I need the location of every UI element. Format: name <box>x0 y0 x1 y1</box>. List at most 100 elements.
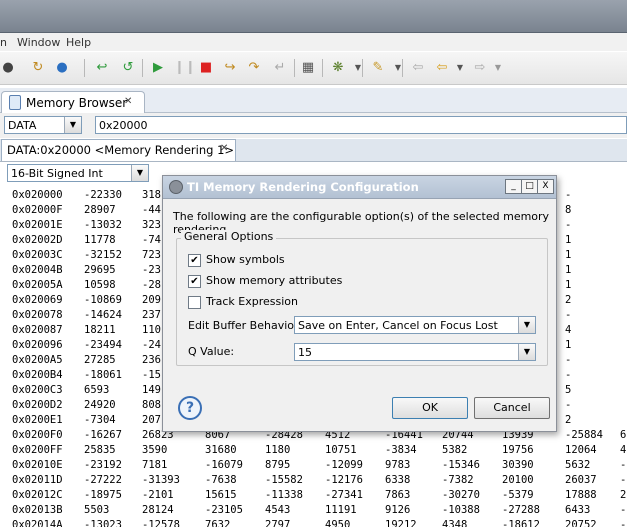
memory-value[interactable]: 5 <box>565 384 571 396</box>
memory-value[interactable]: - <box>565 219 571 231</box>
step-return-disabled-icon[interactable]: ↵ <box>272 60 288 76</box>
memory-value[interactable]: -25884 <box>565 429 603 441</box>
tab-memory-rendering[interactable]: DATA:0x20000 <Memory Rendering 1> ✕ <box>1 139 236 161</box>
memory-value[interactable]: 19756 <box>502 444 534 456</box>
memory-value[interactable]: 5632 <box>565 459 590 471</box>
memory-value[interactable]: -30270 <box>442 489 480 501</box>
memory-value[interactable]: 7181 <box>142 459 167 471</box>
memory-value[interactable]: 6338 <box>385 474 410 486</box>
show-memory-attributes-checkbox[interactable]: ✔ <box>188 275 201 288</box>
memory-value[interactable]: 11191 <box>325 504 357 516</box>
memory-value[interactable]: 27285 <box>84 354 116 366</box>
memory-value[interactable]: -10869 <box>84 294 122 306</box>
minimize-button[interactable]: _ <box>505 179 522 194</box>
chevron-down-icon[interactable]: ▼ <box>452 60 468 76</box>
memory-value[interactable]: -74 <box>142 234 161 246</box>
menu-help[interactable]: Help <box>66 36 91 49</box>
memory-value[interactable]: 3590 <box>142 444 167 456</box>
memory-value[interactable]: 5382 <box>442 444 467 456</box>
memory-value[interactable]: 209 <box>142 294 161 306</box>
memory-value[interactable]: -16079 <box>205 459 243 471</box>
memory-value[interactable]: 237 <box>142 309 161 321</box>
memory-value[interactable]: 2 <box>620 489 626 501</box>
memory-value[interactable]: -13032 <box>84 219 122 231</box>
memory-value[interactable]: -44 <box>142 204 161 216</box>
memory-value[interactable]: -31393 <box>142 474 180 486</box>
memory-value[interactable]: -23 <box>142 264 161 276</box>
tab-memory-browser[interactable]: Memory Browser ✕ <box>1 91 145 114</box>
memory-value[interactable]: 9783 <box>385 459 410 471</box>
memory-value[interactable]: -15582 <box>265 474 303 486</box>
memory-value[interactable]: 6593 <box>84 384 109 396</box>
memory-value[interactable]: 5503 <box>84 504 109 516</box>
close-icon[interactable]: ✕ <box>124 96 132 107</box>
memory-value[interactable]: 12064 <box>565 444 597 456</box>
memory-value[interactable]: 8795 <box>265 459 290 471</box>
cancel-button[interactable]: Cancel <box>474 397 550 419</box>
memory-value[interactable]: 9126 <box>385 504 410 516</box>
memory-value[interactable]: -18061 <box>84 369 122 381</box>
chevron-down-icon[interactable]: ▼ <box>518 344 535 360</box>
memory-value[interactable]: 1 <box>565 264 571 276</box>
memory-value[interactable]: -3834 <box>385 444 417 456</box>
memory-value[interactable]: -12176 <box>325 474 363 486</box>
refresh-icon[interactable]: ↺ <box>120 60 136 76</box>
memory-value[interactable]: - <box>620 459 626 471</box>
dialog-title-bar[interactable]: TI Memory Rendering Configuration _ □ X <box>163 176 556 199</box>
memory-value[interactable]: 4950 <box>325 519 350 527</box>
bug-icon[interactable]: ❋ <box>330 60 346 76</box>
memory-value[interactable]: -10388 <box>442 504 480 516</box>
ok-button[interactable]: OK <box>392 397 468 419</box>
memory-value[interactable]: 2 <box>565 414 571 426</box>
memory-value[interactable]: -14624 <box>84 309 122 321</box>
maximize-button[interactable]: □ <box>521 179 538 194</box>
forward-icon[interactable]: ⇨ <box>472 60 488 76</box>
back-icon[interactable]: ⇦ <box>434 60 450 76</box>
memory-icon[interactable]: ▦ <box>300 60 316 76</box>
memory-value[interactable]: - <box>565 309 571 321</box>
memory-value[interactable]: -18975 <box>84 489 122 501</box>
memory-value[interactable]: 1 <box>565 249 571 261</box>
memory-value[interactable]: 1180 <box>265 444 290 456</box>
memory-value[interactable]: -27222 <box>84 474 122 486</box>
pen-icon[interactable]: ✎ <box>370 60 386 76</box>
memory-value[interactable]: 7863 <box>385 489 410 501</box>
memory-value[interactable]: 723 <box>142 249 161 261</box>
memory-value[interactable]: 6433 <box>565 504 590 516</box>
memory-value[interactable]: -24 <box>142 339 161 351</box>
memory-value[interactable]: 1 <box>565 279 571 291</box>
memory-value[interactable]: 29695 <box>84 264 116 276</box>
memory-value[interactable]: -12099 <box>325 459 363 471</box>
memory-value[interactable]: -16267 <box>84 429 122 441</box>
memory-value[interactable]: 15615 <box>205 489 237 501</box>
memory-value[interactable]: - <box>565 399 571 411</box>
memory-value[interactable]: 10598 <box>84 279 116 291</box>
memory-value[interactable]: - <box>565 369 571 381</box>
memory-value[interactable]: -2101 <box>142 489 174 501</box>
memory-value[interactable]: - <box>565 354 571 366</box>
suspend-icon[interactable]: ❙❙ <box>174 60 196 76</box>
chevron-down-icon[interactable]: ▼ <box>350 60 366 76</box>
memory-value[interactable]: 2797 <box>265 519 290 527</box>
memory-value[interactable]: - <box>620 474 626 486</box>
step-into-icon[interactable]: ↪ <box>222 60 238 76</box>
terminate-icon[interactable]: ■ <box>198 60 214 76</box>
q-value-select[interactable]: 15 ▼ <box>294 343 536 361</box>
memory-value[interactable]: 30390 <box>502 459 534 471</box>
memory-value[interactable]: 17888 <box>565 489 597 501</box>
memory-value[interactable]: 20752 <box>565 519 597 527</box>
memory-value[interactable]: 8 <box>565 204 571 216</box>
show-symbols-checkbox[interactable]: ✔ <box>188 254 201 267</box>
memory-value[interactable]: 4 <box>620 444 626 456</box>
memory-value[interactable]: -22330 <box>84 189 122 201</box>
memory-value[interactable]: 18211 <box>84 324 116 336</box>
memory-value[interactable]: -12578 <box>142 519 180 527</box>
memory-value[interactable]: 19212 <box>385 519 417 527</box>
memory-value[interactable]: - <box>565 189 571 201</box>
memory-value[interactable]: 323 <box>142 219 161 231</box>
memory-value[interactable]: 2 <box>565 294 571 306</box>
memory-value[interactable]: 7632 <box>205 519 230 527</box>
format-select[interactable]: 16-Bit Signed Int ▼ <box>7 164 149 182</box>
memory-value[interactable]: 1 <box>565 234 571 246</box>
memory-value[interactable]: -23105 <box>205 504 243 516</box>
